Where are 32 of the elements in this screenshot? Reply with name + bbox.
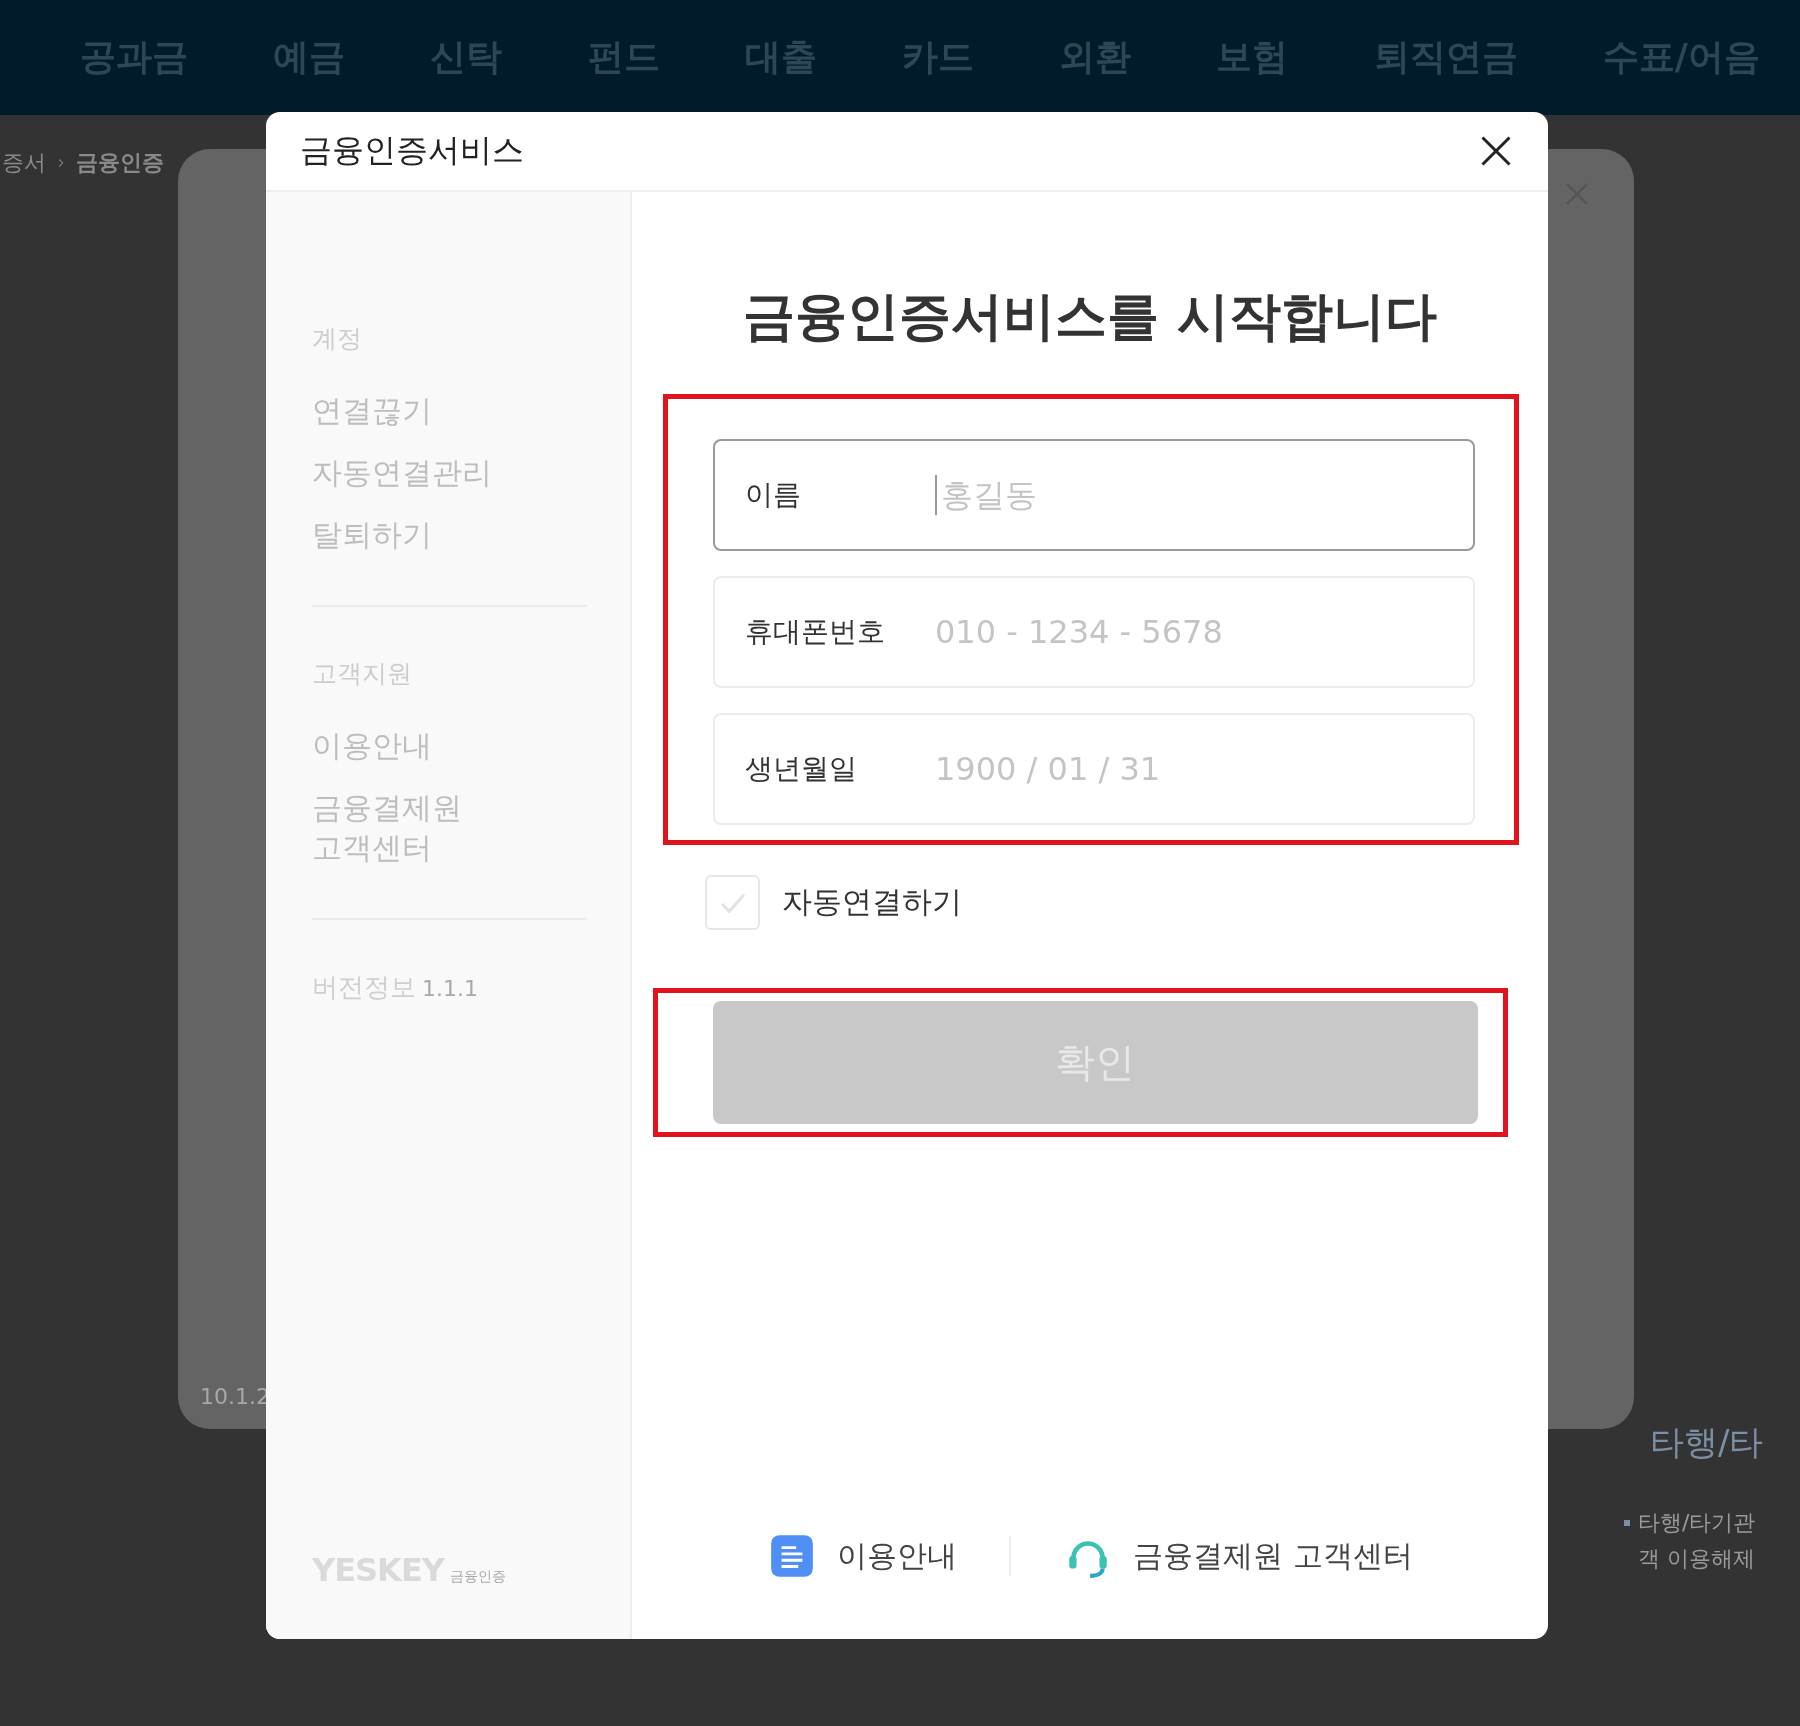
text-input[interactable]: 010 - 1234 - 5678: [935, 613, 1443, 651]
version-text: 10.1.2: [200, 1384, 270, 1409]
version-number: 1.1.1: [422, 976, 478, 1001]
input-field[interactable]: 이름 홍길동: [713, 439, 1475, 551]
text-cursor: [935, 475, 937, 515]
text-input[interactable]: 홍길동: [941, 476, 1443, 514]
bullet-icon: [1624, 1520, 1630, 1526]
link-text: 금융결제원 고객센터: [1133, 1536, 1413, 1575]
text-input[interactable]: 1900 / 01 / 31: [935, 750, 1443, 788]
footer-link[interactable]: 금융결제원 고객센터: [1063, 1531, 1413, 1581]
breadcrumb-item[interactable]: 금융인증: [76, 148, 164, 178]
sidebar-item[interactable]: 탈퇴하기: [312, 515, 584, 555]
section-heading: 타행/타: [1650, 1421, 1765, 1464]
sidebar-item[interactable]: 자동연결관리: [312, 453, 584, 493]
sidebar-item[interactable]: 연결끊기: [312, 391, 584, 431]
dialog-title: 금융인증서비스: [300, 130, 524, 171]
checkbox[interactable]: [705, 875, 760, 930]
heading: 금융인증서비스를 시작합니다: [742, 285, 1438, 348]
checkbox-label: 자동연결하기: [782, 883, 962, 921]
link-text: 이용안내: [837, 1536, 958, 1575]
logo-caption: 금융인증: [449, 1568, 506, 1586]
field-label: 생년월일: [745, 751, 858, 787]
sidebar-item[interactable]: 이용안내: [312, 726, 584, 766]
breadcrumb-item[interactable]: 증서: [2, 148, 46, 178]
input-field[interactable]: 휴대폰번호 010 - 1234 - 5678: [713, 576, 1475, 688]
body-text: 타행/타기관: [1638, 1509, 1756, 1537]
field-label: 휴대폰번호: [745, 614, 886, 650]
footer-link[interactable]: 이용안내: [767, 1531, 958, 1581]
input-field[interactable]: 생년월일 1900 / 01 / 31: [713, 713, 1475, 825]
sidebar-item[interactable]: 금융결제원 고객센터: [312, 788, 584, 868]
body-text: 객 이용해제: [1638, 1545, 1755, 1573]
field-label: 이름: [745, 477, 802, 513]
